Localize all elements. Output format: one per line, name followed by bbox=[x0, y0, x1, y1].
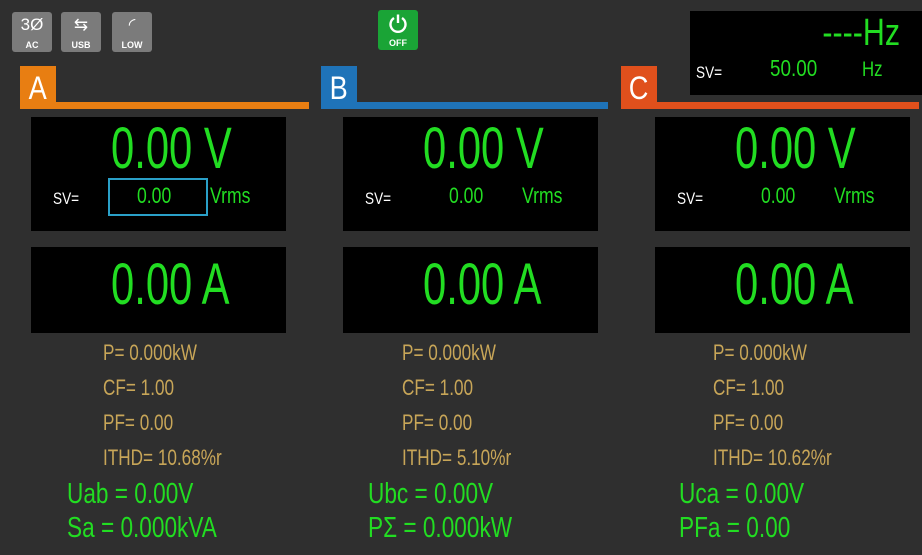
ac-label: AC bbox=[25, 40, 39, 50]
usb-icon[interactable]: ⇆ USB bbox=[61, 12, 101, 52]
phase-c-current-panel: 0.00 A bbox=[655, 247, 910, 333]
phase-a-line-voltage: Uab = 0.00V bbox=[67, 478, 194, 510]
phase-c-tab[interactable]: C bbox=[621, 66, 657, 106]
phase-a-sv-value: 0.00 bbox=[137, 183, 172, 208]
phase-c-pf: PF= 0.00 bbox=[713, 410, 784, 435]
phase-a-power: P= 0.000kW bbox=[103, 340, 197, 365]
phase-b-sv-value[interactable]: 0.00 bbox=[449, 183, 492, 209]
usb-symbol: ⇆ bbox=[73, 15, 89, 34]
phase-a-cf: CF= 1.00 bbox=[103, 375, 175, 400]
phase-b-current: 0.00 A bbox=[423, 252, 542, 317]
phase-a-tab[interactable]: A bbox=[20, 66, 56, 106]
freq-sv-unit: Hz bbox=[862, 58, 883, 81]
phase-b-line-voltage: Ubc = 0.00V bbox=[368, 478, 494, 510]
phase-b-total-power: PΣ = 0.000kW bbox=[368, 512, 513, 544]
phase-a-sv-label: SV= bbox=[53, 189, 80, 208]
phase-c-power-factor: PFa = 0.00 bbox=[679, 512, 791, 544]
phase-c-ithd: ITHD= 10.62%r bbox=[713, 445, 832, 470]
phase-a-pf: PF= 0.00 bbox=[103, 410, 174, 435]
phase-a-ithd: ITHD= 10.68%r bbox=[103, 445, 222, 470]
gauge-symbol: ◜ bbox=[128, 15, 136, 34]
phase-b-pf: PF= 0.00 bbox=[402, 410, 473, 435]
phase-b-tab[interactable]: B bbox=[321, 66, 357, 106]
phase-c-voltage-panel: 0.00 V SV= 0.00 Vrms bbox=[655, 117, 910, 231]
phase-a-current-panel: 0.00 A bbox=[31, 247, 286, 333]
phase-b-sv-label: SV= bbox=[365, 189, 392, 208]
freq-sv-value[interactable]: 50.00 bbox=[770, 55, 828, 82]
phase-c-bar bbox=[621, 102, 919, 109]
phase-b-cf: CF= 1.00 bbox=[402, 375, 474, 400]
output-power-button[interactable]: OFF bbox=[378, 10, 418, 50]
power-state-label: OFF bbox=[389, 38, 407, 48]
phase-a-voltage: 0.00 V bbox=[111, 116, 232, 181]
low-label: LOW bbox=[121, 40, 143, 50]
phase-b-voltage-panel: 0.00 V SV= 0.00 Vrms bbox=[343, 117, 598, 231]
phase-b-current-panel: 0.00 A bbox=[343, 247, 598, 333]
phase-a-current: 0.00 A bbox=[111, 252, 230, 317]
frequency-panel: ----Hz SV= 50.00 Hz bbox=[690, 11, 922, 95]
phase-b-sv-unit: Vrms bbox=[522, 183, 563, 208]
phase-a-voltage-panel: 0.00 V SV= 0.00 Vrms bbox=[31, 117, 286, 231]
three-phase-symbol: 3Ø bbox=[20, 15, 44, 34]
phase-b-ithd: ITHD= 5.10%r bbox=[402, 445, 512, 470]
phase-a-bar bbox=[20, 102, 309, 109]
phase-c-sv-unit: Vrms bbox=[834, 183, 875, 208]
phase-c-current: 0.00 A bbox=[735, 252, 854, 317]
ac-3phase-icon[interactable]: 3Ø AC bbox=[12, 12, 52, 52]
phase-c-sv-label: SV= bbox=[677, 189, 704, 208]
low-range-icon[interactable]: ◜ LOW bbox=[112, 12, 152, 52]
phase-c-line-voltage: Uca = 0.00V bbox=[679, 478, 805, 510]
phase-a-sv-unit: Vrms bbox=[210, 183, 251, 208]
phase-c-cf: CF= 1.00 bbox=[713, 375, 785, 400]
phase-c-sv-value[interactable]: 0.00 bbox=[761, 183, 804, 209]
phase-c-voltage: 0.00 V bbox=[735, 116, 856, 181]
phase-b-bar bbox=[321, 102, 608, 109]
usb-label: USB bbox=[71, 40, 91, 50]
phase-b-power: P= 0.000kW bbox=[402, 340, 496, 365]
phase-b-voltage: 0.00 V bbox=[423, 116, 544, 181]
phase-a-apparent-power: Sa = 0.000kVA bbox=[67, 512, 217, 544]
frequency-reading: ----Hz bbox=[822, 12, 900, 54]
phase-c-power: P= 0.000kW bbox=[713, 340, 807, 365]
power-icon bbox=[389, 14, 407, 33]
freq-sv-label: SV= bbox=[696, 63, 723, 82]
